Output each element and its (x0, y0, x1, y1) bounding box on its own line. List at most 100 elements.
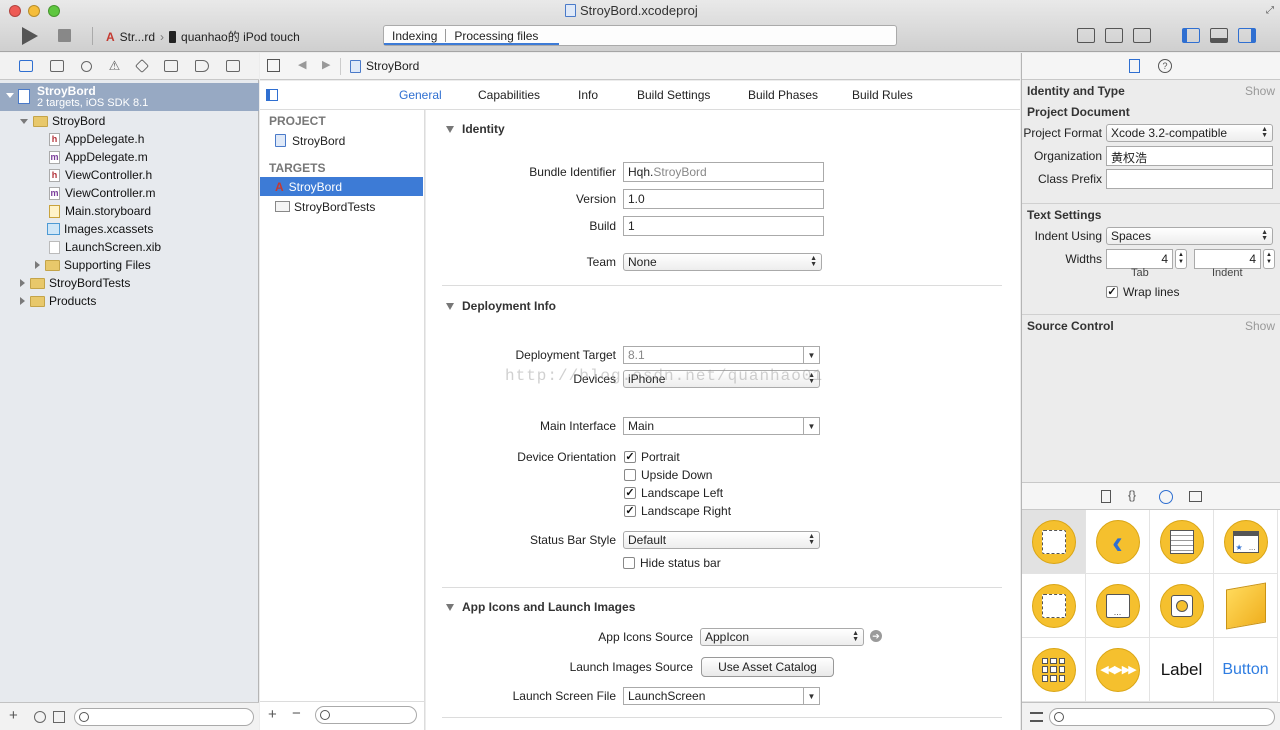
stop-button[interactable] (58, 29, 71, 42)
go-to-icon[interactable]: ➔ (870, 630, 882, 642)
library-item-glkit-view-controller[interactable] (1150, 574, 1214, 638)
identity-section-toggle[interactable]: Identity (446, 122, 505, 136)
checkbox-unchecked-icon[interactable] (624, 469, 636, 481)
project-format-popup[interactable]: Xcode 3.2-compatible ▲ ▼ (1106, 124, 1273, 142)
file-inspector-icon[interactable] (1129, 59, 1140, 73)
tab-build-settings[interactable]: Build Settings (637, 88, 710, 102)
library-item-button[interactable]: Button (1214, 638, 1278, 702)
back-icon[interactable]: ◀ (298, 58, 306, 71)
build-field[interactable]: 1 (623, 216, 824, 236)
standard-editor-icon[interactable] (1077, 28, 1095, 43)
test-navigator-icon[interactable] (135, 58, 150, 74)
team-popup[interactable]: None ▲ ▼ (623, 253, 822, 271)
list-view-icon[interactable] (1030, 712, 1043, 722)
version-field[interactable]: 1.0 (623, 189, 824, 209)
tab-build-rules[interactable]: Build Rules (852, 88, 913, 102)
warning-icon[interactable]: ⚠ (109, 58, 121, 74)
minimize-window-button[interactable] (28, 5, 40, 17)
tab-build-phases[interactable]: Build Phases (748, 88, 818, 102)
scheme-selector[interactable]: A Str...rd › quanhao的 iPod touch (106, 28, 300, 45)
debug-area-toggle-icon[interactable] (1210, 28, 1228, 43)
related-items-icon[interactable] (267, 59, 280, 72)
library-item-object[interactable] (1214, 574, 1278, 638)
add-icon[interactable]: + (9, 707, 18, 724)
report-navigator-icon[interactable] (226, 60, 241, 72)
library-item-label[interactable]: Label (1150, 638, 1214, 702)
library-item-collection-view-controller[interactable]: ★... (1214, 510, 1278, 574)
use-asset-catalog-button[interactable]: Use Asset Catalog (701, 657, 834, 677)
search-icon[interactable] (80, 60, 92, 72)
breadcrumb[interactable]: StroyBord (350, 59, 419, 73)
debug-navigator-icon[interactable] (164, 60, 179, 72)
project-root-row[interactable]: StroyBord 2 targets, iOS SDK 8.1 (0, 83, 259, 111)
assistant-editor-icon[interactable] (1105, 28, 1123, 43)
tab-width-field[interactable]: 4 (1106, 249, 1173, 269)
object-library-icon[interactable] (1159, 490, 1173, 504)
recent-files-icon[interactable] (34, 711, 46, 723)
indent-width-field[interactable]: 4 (1194, 249, 1261, 269)
list-item[interactable]: Products (0, 292, 96, 310)
launch-screen-file-combo[interactable]: LaunchScreen ▼ (623, 687, 820, 705)
close-window-button[interactable] (9, 5, 21, 17)
chevron-down-icon[interactable]: ▼ (803, 347, 819, 363)
breakpoint-navigator-icon[interactable] (195, 60, 210, 72)
library-item-table-view-controller[interactable] (1150, 510, 1214, 574)
library-item-av-player[interactable]: ◀◀ ▶ ▶▶ (1086, 638, 1150, 702)
orientation-portrait-checkbox[interactable]: ✓ Portrait (624, 449, 680, 465)
app-icons-source-popup[interactable]: AppIcon ▲ ▼ (700, 628, 864, 646)
target-item-stroybordtests[interactable]: StroyBordTests (260, 197, 423, 216)
list-item[interactable]: m ViewController.m (0, 184, 155, 202)
navigator-toggle-icon[interactable] (1182, 28, 1200, 43)
tab-general[interactable]: General (399, 88, 442, 102)
device-name[interactable]: quanhao的 iPod touch (181, 28, 300, 45)
checkbox-checked-icon[interactable]: ✓ (1106, 286, 1118, 298)
indent-using-popup[interactable]: Spaces ▲ ▼ (1106, 227, 1273, 245)
scheme-name[interactable]: Str...rd (120, 30, 155, 44)
targets-filter-input[interactable] (315, 706, 417, 724)
library-item-navigation-controller[interactable]: ‹ (1086, 510, 1150, 574)
hide-status-bar-checkbox[interactable]: Hide status bar (623, 555, 721, 571)
list-item[interactable]: Supporting Files (0, 256, 151, 274)
deployment-section-toggle[interactable]: Deployment Info (446, 299, 556, 313)
status-bar-style-popup[interactable]: Default ▲ ▼ (623, 531, 820, 549)
zoom-window-button[interactable] (48, 5, 60, 17)
code-snippet-library-icon[interactable]: {} (1128, 488, 1136, 502)
list-item[interactable]: StroyBord (0, 112, 105, 130)
tab-info[interactable]: Info (578, 88, 598, 102)
list-item[interactable]: Images.xcassets (0, 220, 153, 238)
remove-target-icon[interactable]: − (292, 705, 301, 722)
list-item[interactable]: m AppDelegate.m (0, 148, 148, 166)
deployment-target-combo[interactable]: 8.1 ▼ (623, 346, 820, 364)
main-interface-combo[interactable]: Main ▼ (623, 417, 820, 435)
symbol-navigator-icon[interactable] (49, 60, 64, 72)
fullscreen-icon[interactable]: ⤢ (1266, 5, 1274, 16)
version-editor-icon[interactable] (1133, 28, 1151, 43)
target-item-stroybord[interactable]: A StroyBord (260, 177, 423, 196)
list-item[interactable]: h ViewController.h (0, 166, 152, 184)
organization-field[interactable]: 黄权浩 (1106, 146, 1273, 166)
library-item-view-controller[interactable] (1022, 510, 1086, 574)
chevron-down-icon[interactable]: ▼ (803, 418, 819, 434)
quick-help-icon[interactable]: ? (1158, 59, 1172, 73)
show-identity-button[interactable]: Show (1245, 84, 1275, 98)
chevron-down-icon[interactable]: ▼ (803, 688, 819, 704)
list-item[interactable]: StroyBordTests (0, 274, 130, 292)
utilities-toggle-icon[interactable] (1238, 28, 1256, 43)
tab-width-stepper[interactable]: ▲ ▼ (1175, 249, 1187, 269)
orientation-upside-down-checkbox[interactable]: Upside Down (624, 467, 712, 483)
list-item[interactable]: h AppDelegate.h (0, 130, 144, 148)
project-list-item[interactable]: StroyBord (260, 131, 423, 150)
library-item-page-view-controller[interactable] (1022, 574, 1086, 638)
indent-width-stepper[interactable]: ▲ ▼ (1263, 249, 1275, 269)
run-button[interactable] (22, 27, 38, 45)
orientation-landscape-left-checkbox[interactable]: ✓ Landscape Left (624, 485, 723, 501)
media-library-icon[interactable] (1189, 491, 1202, 502)
modified-files-icon[interactable] (53, 711, 65, 723)
add-target-icon[interactable]: + (268, 706, 277, 723)
navigator-filter-input[interactable] (74, 708, 254, 726)
checkbox-checked-icon[interactable]: ✓ (624, 487, 636, 499)
class-prefix-field[interactable] (1106, 169, 1273, 189)
checkbox-checked-icon[interactable]: ✓ (624, 505, 636, 517)
forward-icon[interactable]: ▶ (322, 58, 330, 71)
sidebar-toggle-icon[interactable] (266, 89, 278, 101)
